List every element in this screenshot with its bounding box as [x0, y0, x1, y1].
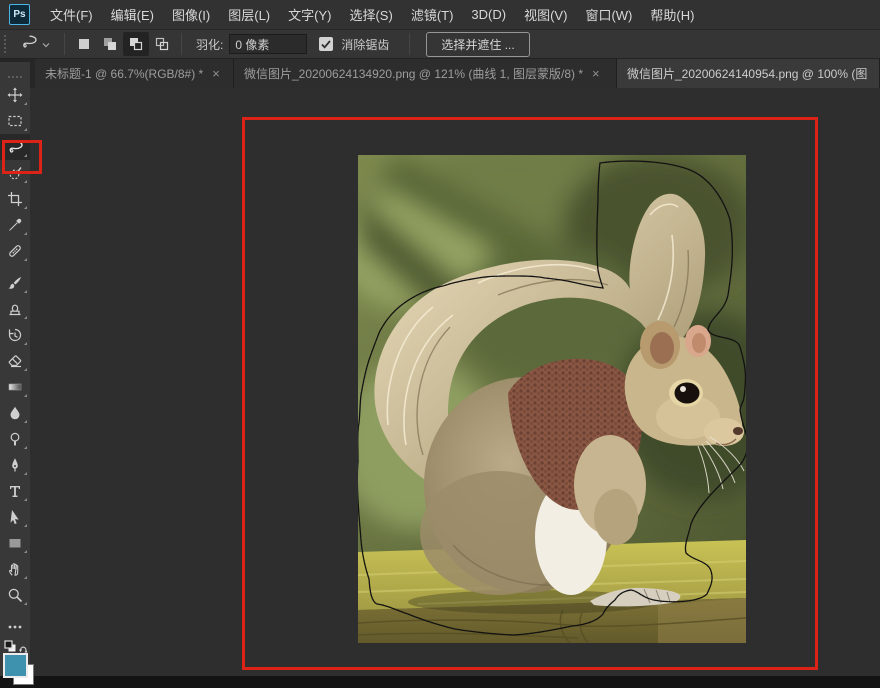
- tool-hand[interactable]: [0, 556, 30, 582]
- tool-clone-stamp[interactable]: [0, 296, 30, 322]
- tool-brush[interactable]: [0, 270, 30, 296]
- menu-filter[interactable]: 滤镜(T): [402, 0, 463, 29]
- edit-toolbar-button[interactable]: [0, 614, 30, 640]
- squirrel-eye: [675, 383, 700, 404]
- options-grip: [4, 35, 10, 53]
- new-selection-button[interactable]: [71, 32, 97, 56]
- menu-3d[interactable]: 3D(D): [462, 0, 515, 29]
- tool-eraser[interactable]: [0, 348, 30, 374]
- tool-move[interactable]: [0, 82, 30, 108]
- close-icon[interactable]: ×: [212, 66, 220, 81]
- menu-image[interactable]: 图像(I): [163, 0, 219, 29]
- tool-pen[interactable]: [0, 452, 30, 478]
- chevron-down-icon: [42, 35, 50, 53]
- tab-label: 微信图片_20200624140954.png @ 100% (图: [627, 65, 867, 82]
- feather-label: 羽化:: [196, 36, 223, 53]
- menu-layer[interactable]: 图层(L): [219, 0, 279, 29]
- tool-rectangular-marquee[interactable]: [0, 108, 30, 134]
- menu-window[interactable]: 窗口(W): [576, 0, 641, 29]
- document-tab-bar: 未标题-1 @ 66.7%(RGB/8#) * × 微信图片_202006241…: [0, 58, 880, 88]
- squirrel-nose: [733, 427, 743, 435]
- ellipsis-icon: [8, 625, 22, 629]
- divider: [181, 33, 182, 55]
- check-icon: [321, 40, 331, 49]
- menu-edit[interactable]: 编辑(E): [102, 0, 163, 29]
- antialias-checkbox[interactable]: [319, 37, 333, 51]
- squirrel-photo[interactable]: [358, 155, 746, 643]
- tool-rectangle-shape[interactable]: [0, 530, 30, 556]
- foreground-color-swatch[interactable]: [3, 653, 28, 678]
- window-bottom-strip: [0, 676, 880, 688]
- tool-eyedropper[interactable]: [0, 212, 30, 238]
- tab-label: 微信图片_20200624134920.png @ 121% (曲线 1, 图层…: [244, 65, 583, 82]
- menu-view[interactable]: 视图(V): [515, 0, 576, 29]
- divider: [409, 33, 410, 55]
- menu-select[interactable]: 选择(S): [340, 0, 401, 29]
- tool-quick-selection[interactable]: [0, 160, 30, 186]
- antialias-label: 消除锯齿: [341, 36, 389, 53]
- current-tool-dropdown[interactable]: [20, 34, 50, 55]
- tool-lasso[interactable]: [0, 134, 30, 160]
- tool-blur[interactable]: [0, 400, 30, 426]
- tools-panel: [0, 62, 30, 676]
- lasso-icon: [20, 34, 38, 55]
- tool-gradient[interactable]: [0, 374, 30, 400]
- photoshop-logo: Ps: [9, 4, 30, 25]
- add-selection-button[interactable]: [97, 32, 123, 56]
- tool-history-brush[interactable]: [0, 322, 30, 348]
- menu-type[interactable]: 文字(Y): [279, 0, 340, 29]
- menu-file[interactable]: 文件(F): [41, 0, 102, 29]
- tool-options-bar: 羽化: 消除锯齿 选择并遮住 ...: [0, 30, 880, 59]
- tab-image-134920[interactable]: 微信图片_20200624134920.png @ 121% (曲线 1, 图层…: [234, 58, 617, 88]
- menu-help[interactable]: 帮助(H): [641, 0, 703, 29]
- feather-input[interactable]: [229, 34, 307, 54]
- close-icon[interactable]: ×: [592, 66, 600, 81]
- divider: [64, 33, 65, 55]
- tool-spot-healing[interactable]: [0, 238, 30, 264]
- tool-path-selection[interactable]: [0, 504, 30, 530]
- select-and-mask-button[interactable]: 选择并遮住 ...: [426, 32, 529, 57]
- tool-dodge[interactable]: [0, 426, 30, 452]
- toolbar-grip: [8, 76, 22, 78]
- tool-type[interactable]: [0, 478, 30, 504]
- photoshop-window: { "menu": { "logo": "Ps", "items": ["文件(…: [0, 0, 880, 688]
- intersect-selection-button[interactable]: [149, 32, 175, 56]
- tool-zoom[interactable]: [0, 582, 30, 608]
- tab-untitled-1[interactable]: 未标题-1 @ 66.7%(RGB/8#) * ×: [35, 58, 234, 88]
- color-controls: [0, 638, 30, 676]
- tab-image-140954-active[interactable]: 微信图片_20200624140954.png @ 100% (图: [617, 58, 880, 88]
- menu-bar: Ps 文件(F) 编辑(E) 图像(I) 图层(L) 文字(Y) 选择(S) 滤…: [0, 0, 880, 30]
- tool-crop[interactable]: [0, 186, 30, 212]
- subtract-selection-button[interactable]: [123, 32, 149, 56]
- tab-label: 未标题-1 @ 66.7%(RGB/8#) *: [45, 65, 203, 82]
